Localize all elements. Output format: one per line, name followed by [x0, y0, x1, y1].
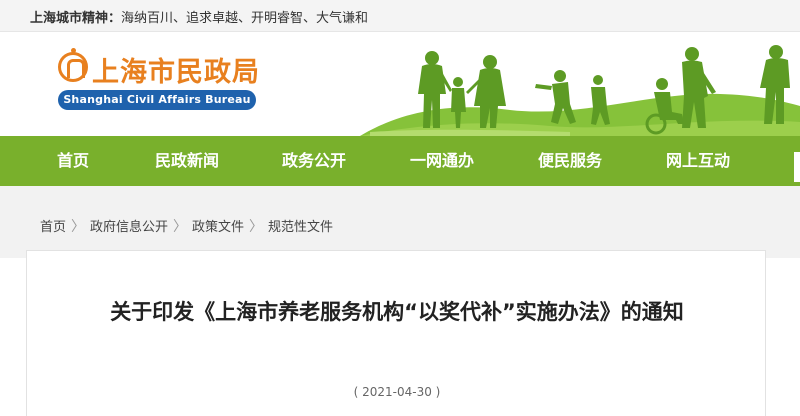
bureau-emblem-icon: [58, 48, 88, 82]
breadcrumb-separator: 〉: [71, 219, 86, 235]
logo-chinese-name: 上海市民政局: [92, 57, 260, 88]
motto-text: 海纳百川、追求卓越、开明睿智、大气谦和: [121, 11, 369, 26]
logo-english-name: Shanghai Civil Affairs Bureau: [58, 90, 256, 110]
breadcrumb: 首页〉政府信息公开〉政策文件〉规范性文件: [40, 216, 333, 236]
site-logo[interactable]: 上海市民政局 Shanghai Civil Affairs Bureau: [58, 48, 260, 120]
family-banner-illustration: [360, 45, 800, 136]
breadcrumb-normative-docs[interactable]: 规范性文件: [268, 220, 333, 235]
main-navigation: 首页 民政新闻 政务公开 一网通办 便民服务 网上互动: [0, 136, 800, 186]
breadcrumb-separator: 〉: [173, 219, 188, 235]
article-title: 关于印发《上海市养老服务机构“以奖代补”实施办法》的通知: [110, 300, 684, 324]
motto-label: 上海城市精神：: [30, 11, 122, 26]
breadcrumb-gov-info[interactable]: 政府信息公开: [90, 220, 168, 235]
nav-overflow-edge: [794, 152, 800, 182]
nav-item-news[interactable]: 民政新闻: [155, 136, 219, 186]
breadcrumb-policy-docs[interactable]: 政策文件: [192, 220, 244, 235]
nav-item-public-service[interactable]: 便民服务: [538, 136, 602, 186]
article-date: ( 2021-04-30 ): [353, 385, 441, 399]
top-bar: 上海城市精神：海纳百川、追求卓越、开明睿智、大气谦和: [0, 0, 800, 32]
nav-item-home[interactable]: 首页: [57, 136, 89, 186]
article-panel: 关于印发《上海市养老服务机构“以奖代补”实施办法》的通知 ( 2021-04-3…: [26, 250, 766, 416]
breadcrumb-separator: 〉: [249, 219, 264, 235]
nav-item-government-affairs[interactable]: 政务公开: [282, 136, 346, 186]
breadcrumb-home[interactable]: 首页: [40, 220, 66, 235]
site-header: 上海市民政局 Shanghai Civil Affairs Bureau: [0, 32, 800, 136]
nav-item-online-interaction[interactable]: 网上互动: [666, 136, 730, 186]
city-spirit-motto: 上海城市精神：海纳百川、追求卓越、开明睿智、大气谦和: [30, 7, 368, 26]
breadcrumb-bar: 首页〉政府信息公开〉政策文件〉规范性文件: [0, 186, 800, 258]
nav-item-one-stop-service[interactable]: 一网通办: [410, 136, 474, 186]
